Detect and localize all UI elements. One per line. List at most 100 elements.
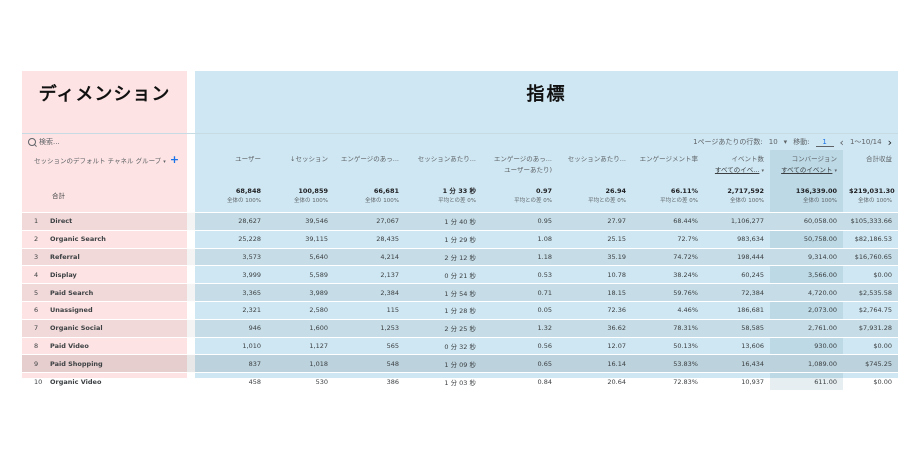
total-subtext: 全体の 100% xyxy=(858,198,892,204)
metric-cell: 50.13% xyxy=(632,336,704,355)
table-row[interactable]: 1 Direct 28,627 39,546 27,067 1 分 40 秒 0.95 27.… xyxy=(22,212,898,231)
conversion-filter-select[interactable]: すべてのイベント xyxy=(781,166,832,174)
metric-cell: 72.83% xyxy=(632,372,704,390)
metric-cell: 0.71 xyxy=(482,283,558,302)
metric-cell: 16,434 xyxy=(704,354,770,373)
metric-cell: 983,634 xyxy=(704,229,770,249)
event-filter-select[interactable]: すべてのイベ... xyxy=(715,166,759,174)
channel-name[interactable]: Paid Video xyxy=(50,342,89,350)
col-header-conversions[interactable]: コンバージョン すべてのイベント ▾ xyxy=(770,150,843,180)
metric-cell: $0.00 xyxy=(843,372,898,390)
col-header-engaged-sessions[interactable]: エンゲージのあっ... xyxy=(334,150,405,180)
channel-name[interactable]: Paid Search xyxy=(50,289,93,297)
channel-name[interactable]: Paid Shopping xyxy=(50,360,103,368)
metric-cell: 2,761.00 xyxy=(770,318,843,338)
total-subtext: 全体の 100% xyxy=(227,198,261,204)
table-row[interactable]: 3 Referral 3,573 5,640 4,214 2 分 12 秒 1.18 35.1… xyxy=(22,247,898,266)
row-index: 6 xyxy=(34,306,39,315)
metric-cell: 74.72% xyxy=(632,247,704,266)
metric-cell: 1 分 03 秒 xyxy=(405,372,482,390)
total-subtext: 全体の 100% xyxy=(730,198,764,204)
metric-cell: 3,999 xyxy=(209,265,267,284)
metric-cell: 1.32 xyxy=(482,318,558,338)
table-row[interactable]: 7 Organic Social 946 1,600 1,253 2 分 25 秒 1.32… xyxy=(22,318,898,338)
metric-cell: 115 xyxy=(334,300,405,320)
metric-cell: $2,535.58 xyxy=(843,283,898,302)
metric-cell: 186,681 xyxy=(704,300,770,320)
metric-cell: 0.05 xyxy=(482,300,558,320)
metric-cell: $82,186.53 xyxy=(843,229,898,249)
table-row[interactable]: 4 Display 3,999 5,589 2,137 0 分 21 秒 0.53 10.78… xyxy=(22,265,898,284)
table-row[interactable]: 9 Paid Shopping 837 1,018 548 1 分 09 秒 0.65 16.… xyxy=(22,354,898,373)
add-dimension-icon[interactable]: + xyxy=(170,153,179,166)
metric-cell: 68.44% xyxy=(632,212,704,231)
channel-name[interactable]: Unassigned xyxy=(50,306,93,314)
metric-cell: 4.46% xyxy=(632,300,704,320)
total-value: $219,031.30 xyxy=(849,187,895,195)
metric-cell: 13,606 xyxy=(704,336,770,355)
metric-cell: 5,640 xyxy=(267,247,334,266)
metric-cell: 36.62 xyxy=(558,318,632,338)
row-index: 5 xyxy=(34,288,39,297)
table-row[interactable]: 10 Organic Video 458 530 386 1 分 03 秒 0.84 20.6… xyxy=(22,372,898,390)
col-header-engagement-rate[interactable]: エンゲージメント率 xyxy=(632,150,704,180)
metric-cell: $7,931.28 xyxy=(843,318,898,338)
row-dimension-cell: 10 Organic Video xyxy=(22,372,209,390)
col-header-avg-engagement-time[interactable]: セッションあたり... xyxy=(405,150,482,180)
metric-cell: 0 分 21 秒 xyxy=(405,265,482,284)
metric-cell: 1,010 xyxy=(209,336,267,355)
row-dimension-cell: 1 Direct xyxy=(22,212,209,231)
channel-name[interactable]: Direct xyxy=(50,217,72,225)
table-row[interactable]: 6 Unassigned 2,321 2,580 115 1 分 28 秒 0.05 72.3… xyxy=(22,300,898,320)
table-row[interactable]: 2 Organic Search 25,228 39,115 28,435 1 分 29 … xyxy=(22,229,898,249)
channel-name[interactable]: Organic Video xyxy=(50,378,101,386)
metric-cell: 2 分 25 秒 xyxy=(405,318,482,338)
metric-cell: 530 xyxy=(267,372,334,390)
search-box[interactable]: 検索... xyxy=(28,137,60,147)
totals-row: 合計 68,848 全体の 100% 100,859 全体の 100% 66,681 全体… xyxy=(22,180,898,213)
metric-cell: 1,106,277 xyxy=(704,212,770,231)
metric-cell: 28,627 xyxy=(209,212,267,231)
col-header-events-per-session[interactable]: セッションあたり... xyxy=(558,150,632,180)
metric-cell: 198,444 xyxy=(704,247,770,266)
search-input[interactable]: 検索... xyxy=(39,137,60,147)
row-index: 3 xyxy=(34,252,39,261)
metric-cell: 12.07 xyxy=(558,336,632,355)
metric-cell: 27.97 xyxy=(558,212,632,231)
metric-cell: 2,580 xyxy=(267,300,334,320)
metric-cell: 1.18 xyxy=(482,247,558,266)
goto-input[interactable]: 1 xyxy=(815,138,834,147)
total-subtext: 平均との差 0% xyxy=(660,198,698,204)
col-header-total-revenue[interactable]: 合計収益 xyxy=(843,150,898,180)
search-icon xyxy=(28,138,36,146)
metric-cell: 0.65 xyxy=(482,354,558,373)
col-header-sessions[interactable]: ↓セッション xyxy=(267,150,334,180)
total-value: 136,339.00 xyxy=(795,187,837,195)
dropdown-arrow-icon: ▾ xyxy=(834,168,837,174)
channel-name[interactable]: Referral xyxy=(50,253,80,261)
report-table: セッションのデフォルト チャネル グループ ▾ + ユーザー ↓セッション エン… xyxy=(22,150,898,390)
col-header-users[interactable]: ユーザー xyxy=(209,150,267,180)
rows-per-page-select[interactable]: 10 ▾ xyxy=(769,138,787,146)
metric-cell: 39,115 xyxy=(267,229,334,249)
col-header-engaged-per-user[interactable]: エンゲージのあっ... ユーザーあたり) xyxy=(482,150,558,180)
metric-cell: 1 分 40 秒 xyxy=(405,212,482,231)
metric-cell: 58,585 xyxy=(704,318,770,338)
table-row[interactable]: 5 Paid Search 3,365 3,989 2,384 1 分 54 秒 0.71 1… xyxy=(22,283,898,302)
metric-cell: 72.36 xyxy=(558,300,632,320)
prev-page-icon[interactable]: ‹ xyxy=(840,137,844,148)
channel-name[interactable]: Organic Search xyxy=(50,235,106,243)
metric-cell: 9,314.00 xyxy=(770,247,843,266)
col-header-event-count[interactable]: イベント数 すべてのイベ... ▾ xyxy=(704,150,770,180)
metric-cell: 20.64 xyxy=(558,372,632,390)
col-header-channel-group[interactable]: セッションのデフォルト チャネル グループ ▾ + xyxy=(22,150,209,180)
channel-name[interactable]: Display xyxy=(50,271,77,279)
channel-name[interactable]: Organic Social xyxy=(50,324,103,332)
metric-cell: 50,758.00 xyxy=(770,229,843,249)
next-page-icon[interactable]: › xyxy=(888,137,892,148)
page-range: 1〜10/14 xyxy=(849,138,882,146)
metric-cell: 3,989 xyxy=(267,283,334,302)
metric-cell: 10,937 xyxy=(704,372,770,390)
table-row[interactable]: 8 Paid Video 1,010 1,127 565 0 分 32 秒 0.56 12.0… xyxy=(22,336,898,355)
metric-cell: 4,720.00 xyxy=(770,283,843,302)
